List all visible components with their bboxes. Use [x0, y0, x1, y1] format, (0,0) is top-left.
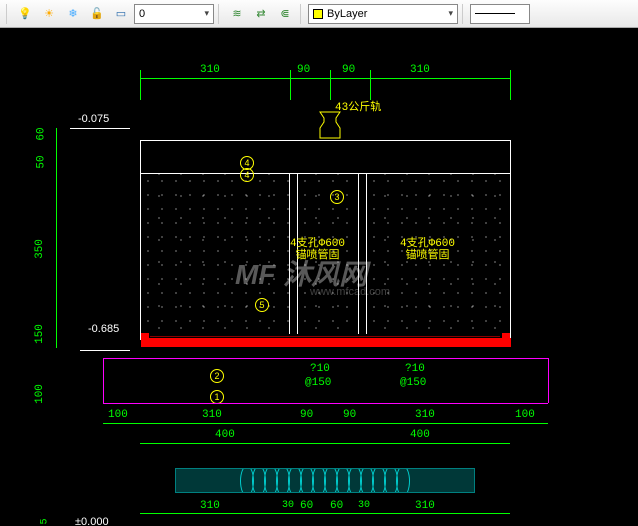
snow-icon[interactable]: ❄ — [62, 3, 84, 25]
bylayer-label: ByLayer — [327, 8, 367, 20]
circle-4b: 4 — [240, 168, 254, 182]
layer-icon[interactable]: ▭ — [110, 3, 132, 25]
dim-bt2: 400 — [410, 429, 430, 441]
dim-left-3: 350 — [34, 239, 46, 259]
rebar1b: @150 — [305, 377, 331, 389]
dim-b4: 90 — [343, 409, 356, 421]
dim-top-3: 90 — [342, 64, 355, 76]
rebar2b: @150 — [400, 377, 426, 389]
red-base-right — [502, 333, 510, 347]
dim-left-1: 60 — [36, 127, 48, 140]
red-base-main — [141, 338, 511, 347]
circle-5: 5 — [255, 298, 269, 312]
dim-left-2: 50 — [36, 155, 48, 168]
detail-section — [175, 468, 475, 493]
dim-bt1: 400 — [215, 429, 235, 441]
main-toolbar: 💡 ☀ ❄ 🔓 ▭ 0 ▾ ≋ ⇄ ⋐ ByLayer ▾ — [0, 0, 638, 28]
tool-btn-1[interactable]: ≋ — [226, 3, 248, 25]
chevron-down-icon: ▾ — [204, 8, 209, 19]
dim-d3: 60 — [300, 500, 313, 512]
footing-bot — [103, 403, 548, 404]
layer-zero-label: 0 — [139, 8, 145, 20]
note-left: 4支孔Φ600 锚喷管固 — [290, 238, 345, 262]
note-right: 4支孔Φ600 锚喷管固 — [400, 238, 455, 262]
linetype-combo[interactable] — [470, 4, 530, 24]
dim-b5: 310 — [415, 409, 435, 421]
dim-d5: 30 — [358, 500, 370, 511]
chevron-down-icon: ▾ — [448, 8, 453, 19]
dim-d4: 60 — [330, 500, 343, 512]
circle-1: 1 — [210, 390, 224, 404]
dim-d6: 310 — [415, 500, 435, 512]
level-bottom: ±0.000 — [75, 516, 109, 526]
circle-2: 2 — [210, 369, 224, 383]
layer-swatch — [313, 9, 323, 19]
dim-left-5: 100 — [34, 384, 46, 404]
tool-btn-3[interactable]: ⋐ — [274, 3, 296, 25]
rebar2a: ?10 — [405, 363, 425, 375]
dim-b6: 100 — [515, 409, 535, 421]
dim-d2: 30 — [282, 500, 294, 511]
cad-viewport[interactable]: 310 90 90 310 -0.075 60 50 350 150 100 4… — [0, 28, 638, 526]
level-top: -0.075 — [78, 113, 109, 125]
dim-top-2: 90 — [297, 64, 310, 76]
tool-btn-2[interactable]: ⇄ — [250, 3, 272, 25]
rail-icon — [318, 110, 342, 140]
dim-top-1: 310 — [200, 64, 220, 76]
dim-left-4: 150 — [34, 324, 46, 344]
layer-zero-combo[interactable]: 0 ▾ — [134, 4, 214, 24]
footing-r — [548, 358, 549, 403]
level-mid: -0.685 — [88, 323, 119, 335]
lock-icon[interactable]: 🔓 — [86, 3, 108, 25]
footing-top — [103, 358, 548, 359]
dim-b3: 90 — [300, 409, 313, 421]
dim-b1: 100 — [108, 409, 128, 421]
dim-d1: 310 — [200, 500, 220, 512]
linetype-line — [475, 13, 515, 14]
rebar1a: ?10 — [310, 363, 330, 375]
dim-top-4: 310 — [410, 64, 430, 76]
dim-bottom-h: 5 — [40, 518, 51, 524]
circle-3: 3 — [330, 190, 344, 204]
dim-b2: 310 — [202, 409, 222, 421]
bylayer-combo[interactable]: ByLayer ▾ — [308, 4, 458, 24]
sun-icon[interactable]: ☀ — [38, 3, 60, 25]
bulb-icon[interactable]: 💡 — [14, 3, 36, 25]
footing-l — [103, 358, 104, 403]
